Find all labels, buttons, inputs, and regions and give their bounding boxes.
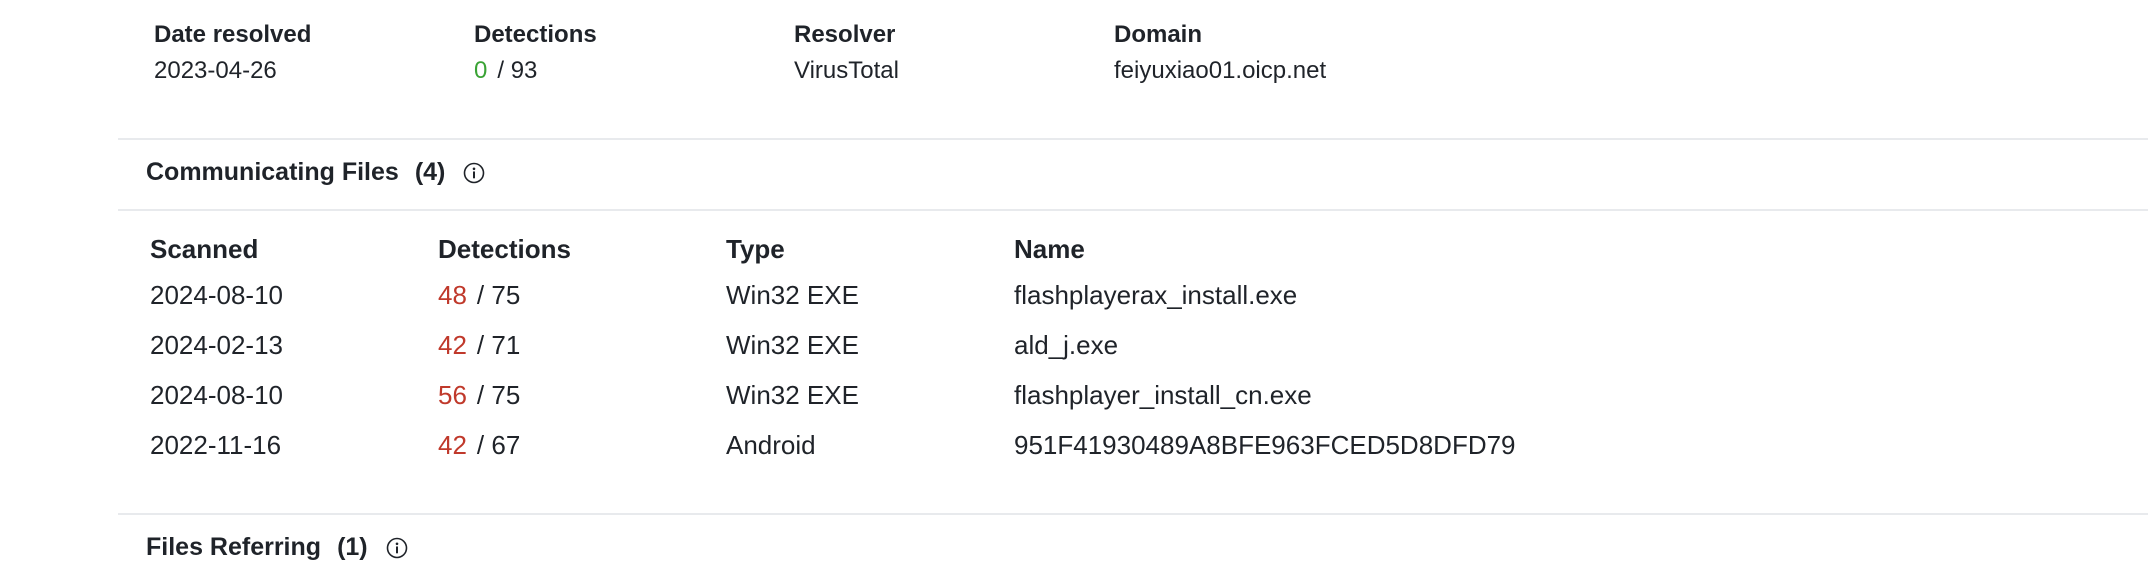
file-name-link[interactable]: ald_j.exe — [1014, 320, 1614, 370]
column-header-domain: Domain — [1114, 21, 1203, 48]
detection-total: / 93 — [497, 57, 538, 84]
info-icon[interactable] — [463, 162, 485, 184]
detection-count: 0 — [474, 57, 488, 84]
table-row[interactable]: 2023-04-26 0 / 93 VirusTotal feiyuxiao01.… — [154, 52, 1514, 90]
detection-total: / 71 — [476, 329, 521, 360]
table-header-row: Date resolved Detections Resolver Domain — [154, 18, 1514, 52]
details-panel: Date resolved Detections Resolver Domain… — [118, 0, 2148, 580]
column-header-type: Type — [726, 233, 785, 264]
scanned-cell: 2024-02-13 — [150, 329, 283, 360]
detection-count: 42 — [438, 329, 467, 360]
scanned-cell: 2024-08-10 — [150, 279, 283, 310]
files-referring-heading: Files Referring (1) — [146, 533, 408, 562]
detection-count: 42 — [438, 429, 467, 460]
section-count: (4) — [414, 158, 446, 186]
detection-count: 48 — [438, 279, 467, 310]
detection-total: / 75 — [476, 279, 521, 310]
file-name-link[interactable]: flashplayer_install_cn.exe — [1014, 370, 1614, 420]
detection-count: 56 — [438, 379, 467, 410]
info-icon[interactable] — [386, 537, 408, 559]
detections-cell: 42 / 71 — [438, 320, 726, 370]
type-cell: Android — [726, 429, 816, 460]
table-row[interactable]: 2024-08-10 56 / 75 Win32 EXE flashplayer_… — [150, 370, 1614, 420]
communicating-files-table: Scanned Detections Type Name 2024-08-10 … — [150, 228, 1614, 470]
section-title: Communicating Files — [146, 158, 399, 186]
column-header-detections: Detections — [474, 21, 597, 48]
domain-link[interactable]: feiyuxiao01.oicp.net — [1114, 52, 1514, 90]
scanned-cell: 2022-11-16 — [150, 429, 282, 460]
detections-cell: 48 / 75 — [438, 270, 726, 320]
table-row[interactable]: 2022-11-16 42 / 67 Android 951F41930489A8… — [150, 420, 1614, 470]
detections-cell: 56 / 75 — [438, 370, 726, 420]
type-cell: Win32 EXE — [726, 379, 859, 410]
detection-total: / 67 — [476, 429, 521, 460]
column-header-resolver: Resolver — [794, 21, 896, 48]
column-header-scanned: Scanned — [150, 233, 259, 264]
table-header-row: Scanned Detections Type Name — [150, 228, 1614, 270]
section-count: (1) — [337, 533, 368, 561]
type-cell: Win32 EXE — [726, 329, 859, 360]
table-row[interactable]: 2024-02-13 42 / 71 Win32 EXE ald_j.exe — [150, 320, 1614, 370]
date-resolved-cell: 2023-04-26 — [154, 57, 277, 84]
section-title: Files Referring — [146, 533, 322, 561]
type-cell: Win32 EXE — [726, 279, 859, 310]
divider — [118, 138, 2148, 140]
detections-cell: 42 / 67 — [438, 420, 726, 470]
resolver-cell: VirusTotal — [794, 57, 899, 84]
column-header-detections: Detections — [438, 233, 571, 264]
file-name-link[interactable]: 951F41930489A8BFE963FCED5D8DFD79 — [1014, 420, 1614, 470]
detections-cell: 0 / 93 — [474, 52, 794, 90]
communicating-files-heading: Communicating Files (4) — [146, 158, 485, 187]
column-header-name: Name — [1014, 233, 1085, 264]
divider — [118, 513, 2148, 515]
file-name-link[interactable]: flashplayerax_install.exe — [1014, 270, 1614, 320]
scanned-cell: 2024-08-10 — [150, 379, 283, 410]
column-header-date-resolved: Date resolved — [154, 21, 312, 48]
detection-total: / 75 — [476, 379, 521, 410]
table-row[interactable]: 2024-08-10 48 / 75 Win32 EXE flashplayera… — [150, 270, 1614, 320]
divider — [118, 209, 2148, 211]
resolutions-table: Date resolved Detections Resolver Domain… — [154, 18, 1514, 90]
